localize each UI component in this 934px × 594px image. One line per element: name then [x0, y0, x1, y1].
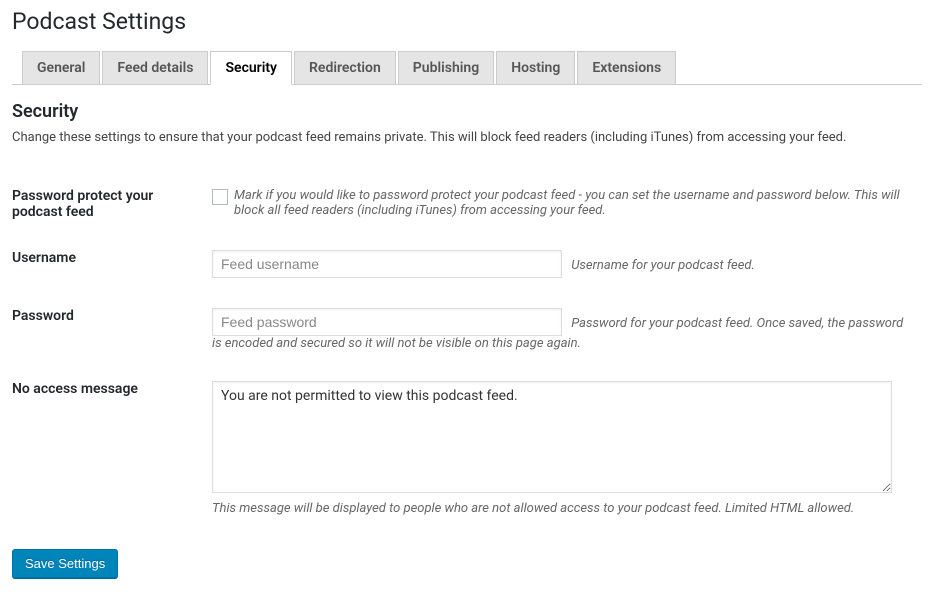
- no-access-textarea[interactable]: [212, 381, 892, 493]
- tab-extensions[interactable]: Extensions: [577, 51, 676, 85]
- page-title: Podcast Settings: [12, 8, 922, 35]
- save-button[interactable]: Save Settings: [12, 549, 118, 578]
- no-access-description: This message will be displayed to people…: [212, 501, 912, 516]
- username-description: Username for your podcast feed.: [571, 258, 755, 273]
- settings-form: Password protect your podcast feed Mark …: [12, 173, 922, 531]
- tab-hosting[interactable]: Hosting: [496, 51, 575, 85]
- tab-publishing[interactable]: Publishing: [398, 51, 494, 85]
- section-description: Change these settings to ensure that you…: [12, 130, 922, 145]
- username-label: Username: [12, 235, 212, 293]
- password-input[interactable]: [212, 308, 562, 336]
- password-label: Password: [12, 293, 212, 366]
- password-protect-checkbox[interactable]: [212, 189, 228, 205]
- tab-security[interactable]: Security: [210, 51, 292, 85]
- no-access-label: No access message: [12, 366, 212, 531]
- password-protect-label: Password protect your podcast feed: [12, 173, 212, 235]
- username-input[interactable]: [212, 250, 562, 278]
- section-title: Security: [12, 101, 922, 122]
- tabs-nav: General Feed details Security Redirectio…: [12, 49, 922, 85]
- tab-general[interactable]: General: [22, 51, 100, 85]
- tab-redirection[interactable]: Redirection: [294, 51, 396, 85]
- tab-feed-details[interactable]: Feed details: [102, 51, 208, 85]
- password-protect-description: Mark if you would like to password prote…: [234, 188, 912, 218]
